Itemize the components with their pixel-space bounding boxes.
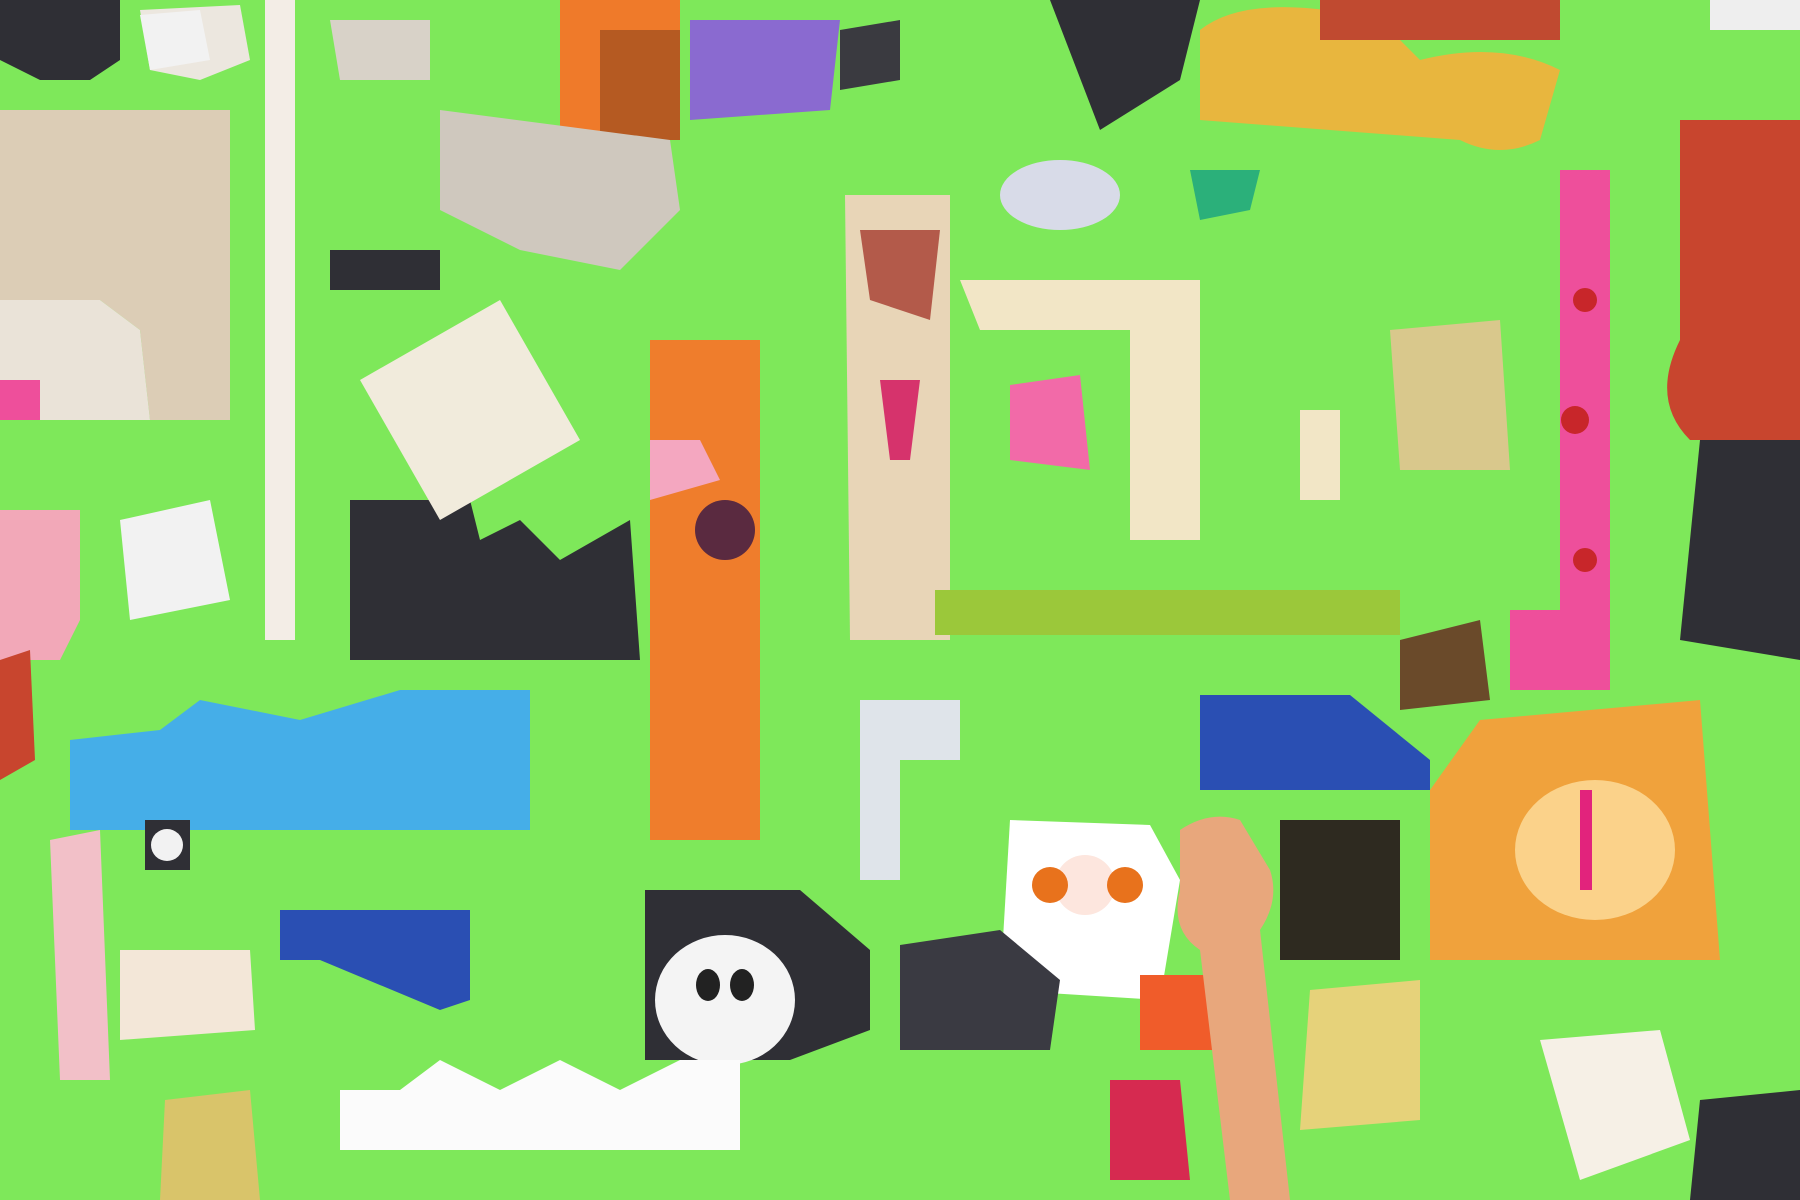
flamingo-bottom-piece <box>50 830 110 1080</box>
panda-small-piece <box>145 820 190 870</box>
mouse-piece <box>1000 160 1120 230</box>
elephant-piece <box>0 110 230 420</box>
zebra-piece <box>1280 820 1400 960</box>
top-right-white-piece <box>1710 0 1800 30</box>
tiger-piece <box>160 1090 260 1200</box>
pink-square-piece <box>0 380 40 420</box>
kangaroo-piece <box>650 340 760 840</box>
tiger-right-piece <box>1300 980 1420 1130</box>
snake-piece <box>935 590 1400 635</box>
gorilla-right-piece <box>1680 440 1800 660</box>
red-bird-piece <box>1110 1080 1190 1180</box>
cutout-collage <box>0 0 1800 1200</box>
lion-card-piece <box>1390 320 1510 470</box>
bottom-right-dark-piece <box>1690 1090 1800 1200</box>
small-rhino-piece <box>330 20 430 80</box>
strip-piece <box>265 0 295 640</box>
dark-comb-piece <box>330 250 440 290</box>
flamingo-piece <box>0 510 80 660</box>
fox-piece <box>560 0 680 140</box>
ostrich-piece <box>845 195 950 640</box>
lion-piece <box>1430 700 1720 960</box>
photo-scene <box>0 0 1800 1200</box>
lion-left-piece <box>120 950 255 1040</box>
squirrel-piece <box>0 650 35 780</box>
pig-piece <box>1010 375 1090 470</box>
squirrel-right-piece <box>1667 120 1800 440</box>
